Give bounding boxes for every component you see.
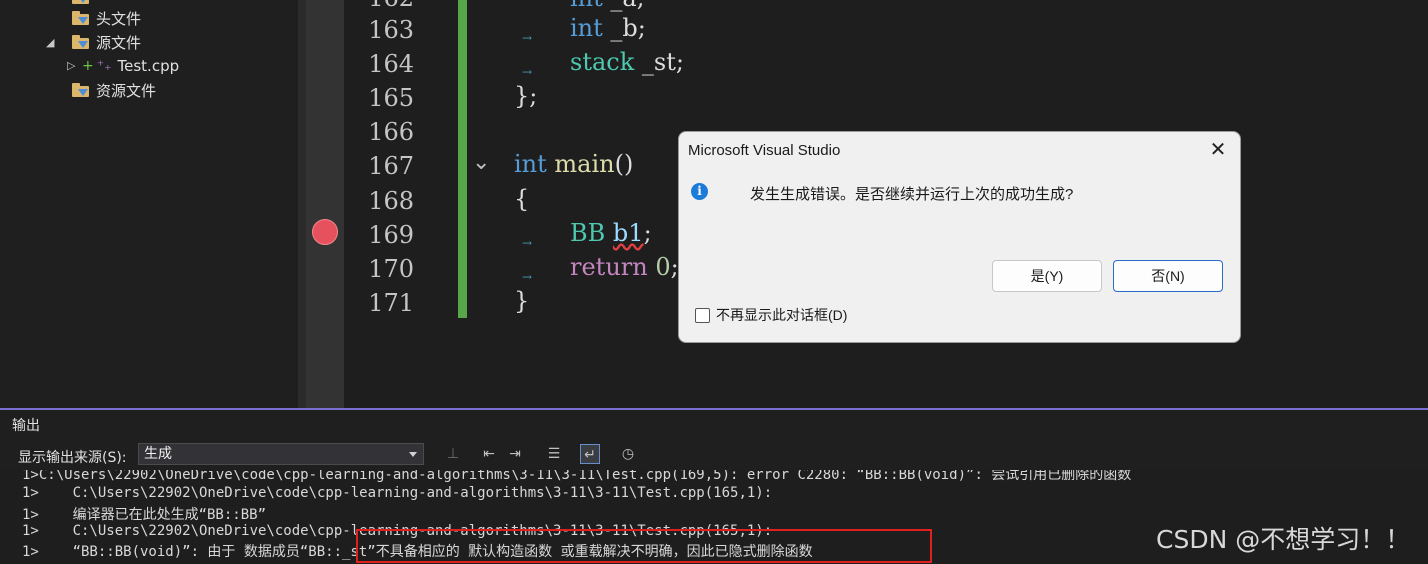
line-number: 164 xyxy=(368,50,414,78)
dialog-message: 发生生成错误。是否继续并运行上次的成功生成? xyxy=(750,186,1074,203)
tree-item-header-files[interactable]: 头文件 xyxy=(72,7,141,29)
output-line: 1>C:\Users\22902\OneDrive\code\cpp-learn… xyxy=(22,470,1132,483)
line-number: 167 xyxy=(368,152,414,180)
tree-item-label: 资源文件 xyxy=(96,81,157,100)
tree-item-resource-files[interactable]: 资源文件 xyxy=(72,79,156,101)
indent-arrow-icon: → xyxy=(522,236,533,250)
source-label: 显示输出来源(S): xyxy=(18,450,127,466)
indent-arrow-icon: → xyxy=(522,270,533,284)
error-highlight-box xyxy=(356,529,932,563)
output-toolbar: 显示输出来源(S): 生成 ⊥ ⇤ ⇥ ☰ ↵ ◷ xyxy=(0,440,1428,470)
source-dropdown-value: 生成 xyxy=(144,446,172,462)
tree-item-test-cpp[interactable]: + ⁺₊ Test.cpp xyxy=(82,55,179,77)
tree-item-label: Test.cpp xyxy=(117,57,180,75)
find-message-icon[interactable]: ⊥ xyxy=(443,444,463,464)
tree-item-source-files[interactable]: 源文件 xyxy=(72,31,141,53)
dialog-title: Microsoft Visual Studio xyxy=(688,142,841,159)
code-line: return 0; xyxy=(570,253,679,281)
collapse-chevron-icon[interactable]: ⌄ xyxy=(472,150,490,175)
line-number: 171 xyxy=(368,289,414,317)
code-line: int main() xyxy=(514,150,634,178)
indent-arrow-icon: → xyxy=(522,31,533,45)
tree-item-label: 头文件 xyxy=(96,9,142,28)
clear-all-icon[interactable]: ☰ xyxy=(544,444,564,464)
output-title: 输出 xyxy=(12,418,40,434)
line-number: 169 xyxy=(368,221,414,249)
next-message-icon[interactable]: ⇥ xyxy=(505,444,525,464)
close-icon[interactable]: ✕ xyxy=(1208,140,1228,160)
output-line: 1> C:\Users\22902\OneDrive\code\cpp-lear… xyxy=(22,485,773,501)
clock-icon[interactable]: ◷ xyxy=(618,444,638,464)
dont-show-again-checkbox[interactable]: 不再显示此对话框(D) xyxy=(695,305,847,325)
word-wrap-toggle-icon[interactable]: ↵ xyxy=(580,444,600,464)
panel-splitter[interactable] xyxy=(298,0,306,408)
expand-triangle-icon[interactable]: ◢ xyxy=(46,36,54,49)
filter-folder-icon xyxy=(72,11,90,25)
code-line: int _b; xyxy=(570,14,646,42)
filter-folder-icon xyxy=(72,83,90,97)
breakpoint-gutter[interactable] xyxy=(306,0,344,408)
collapse-triangle-icon[interactable]: ▷ xyxy=(67,59,75,72)
filter-folder-icon xyxy=(72,35,90,49)
change-tracking-bar xyxy=(458,0,467,318)
source-dropdown[interactable]: 生成 xyxy=(138,443,424,465)
code-line: BB b1; xyxy=(570,219,652,247)
indent-arrow-icon: → xyxy=(522,65,533,79)
code-line: { xyxy=(514,185,530,213)
checkbox-label: 不再显示此对话框(D) xyxy=(716,307,848,323)
checkbox-box[interactable] xyxy=(695,307,710,323)
previous-message-icon[interactable]: ⇤ xyxy=(479,444,499,464)
line-number: 163 xyxy=(368,16,414,44)
message-dialog: Microsoft Visual Studio ✕ i 发生生成错误。是否继续并… xyxy=(678,131,1241,343)
watermark: CSDN @不想学习！！ xyxy=(1156,525,1411,554)
new-file-plus-icon: + xyxy=(82,58,94,74)
tree-item-label: 源文件 xyxy=(96,33,142,52)
line-number: 170 xyxy=(368,255,414,283)
code-line: }; xyxy=(514,82,538,110)
info-icon: i xyxy=(691,183,708,200)
output-line: 1> 编译器已在此处生成“BB::BB” xyxy=(22,507,267,523)
code-line: stack _st; xyxy=(570,48,684,76)
line-number: 162 xyxy=(344,0,414,12)
code-line: int _a; xyxy=(570,0,645,12)
code-line: } xyxy=(514,287,530,315)
cpp-file-icon: ⁺₊ xyxy=(96,58,112,74)
line-number: 165 xyxy=(368,84,414,112)
chevron-down-icon xyxy=(409,452,417,457)
breakpoint-icon[interactable] xyxy=(312,219,338,245)
yes-button[interactable]: 是(Y) xyxy=(992,260,1102,292)
folder-icon xyxy=(72,0,90,4)
line-number: 166 xyxy=(368,118,414,146)
solution-explorer: 头文件 ◢ 源文件 ▷ + ⁺₊ Test.cpp 资源文件 xyxy=(0,0,298,408)
no-button[interactable]: 否(N) xyxy=(1113,260,1223,292)
line-number: 168 xyxy=(368,187,414,215)
